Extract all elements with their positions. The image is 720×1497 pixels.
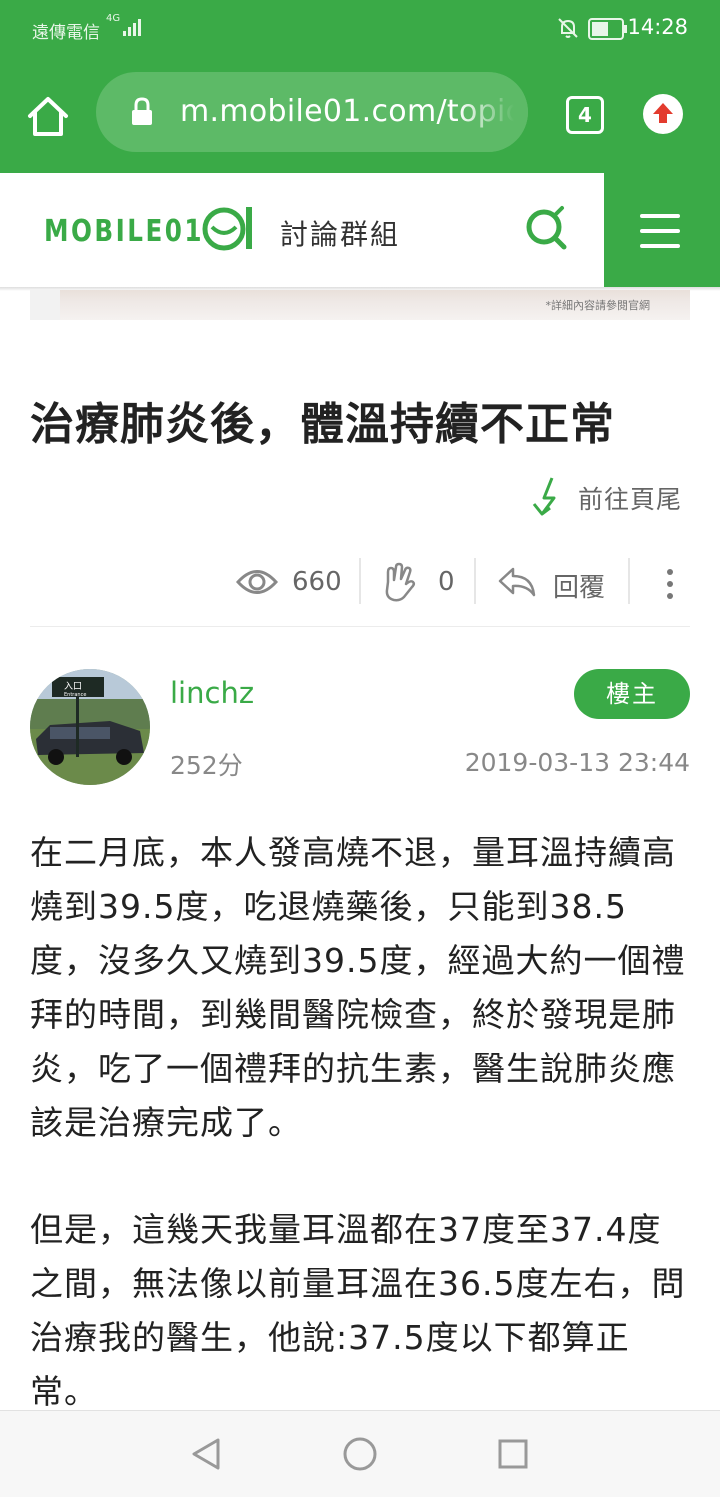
username[interactable]: linchz [170,676,254,710]
browser-toolbar: m.mobile01.com/topic 4 [0,56,720,173]
ad-note: *詳細內容請參閱官網 [545,299,651,312]
more-icon[interactable] [662,567,678,603]
tabs-icon[interactable]: 4 [566,96,604,134]
user-score: 252分 [170,751,243,780]
like-button[interactable]: 0 [380,555,460,615]
reply-icon [498,567,536,597]
action-separator [359,558,361,604]
url-fade [458,72,528,152]
views-count: 660 [292,567,342,597]
action-separator [628,558,630,604]
post-actions: 660 0 回覆 [0,555,720,615]
signal-icon [123,19,141,36]
post-paragraph: 在二月底，本人發高燒不退，量耳溫持續高燒到39.5度，吃退燒藥後，只能到38.5… [30,833,686,1142]
mobile01-logo[interactable]: MOBILE01 [44,203,256,253]
action-separator [474,558,476,604]
status-bar: 遠傳電信 4G 14:28 [0,0,720,56]
back-icon[interactable] [190,1437,222,1471]
clock: 14:28 [627,15,688,39]
clap-icon [385,562,416,602]
post-paragraph: 但是，這幾天我量耳溫都在37度至37.4度之間，無法像以前量耳溫在36.5度左右… [30,1210,686,1411]
avatar[interactable]: 入口 Entrance [30,669,150,785]
avatar-sign-subtext: Entrance [64,692,86,698]
lock-icon [132,97,152,125]
divider [30,626,690,627]
arrow-down-icon [532,477,556,516]
bell-muted-icon [558,18,578,38]
search-icon[interactable] [520,203,570,253]
home-circle-icon[interactable] [342,1436,378,1472]
views-counter: 660 [236,555,348,615]
menu-icon[interactable] [604,173,720,287]
reply-button[interactable]: 回覆 [497,555,609,615]
forum-title: 討論群組 [280,218,401,251]
avatar-image: 入口 Entrance [30,669,150,785]
network-type: 4G [106,13,121,24]
avatar-sign-text: 入口 [64,681,82,692]
owner-badge: 樓主 [574,669,690,719]
update-icon[interactable] [643,94,683,134]
logo-text: MOBILE01 [44,214,204,249]
like-count: 0 [438,567,455,597]
recents-icon[interactable] [497,1438,529,1470]
topic-title: 治療肺炎後，體溫持續不正常 [30,399,615,450]
ad-banner[interactable]: *詳細內容請參閱官網 [30,290,690,320]
address-bar[interactable]: m.mobile01.com/topic [96,72,528,152]
goto-footer-label: 前往頁尾 [578,485,683,514]
eye-icon [236,570,278,594]
home-icon[interactable] [24,92,72,140]
system-nav-bar [0,1410,720,1497]
site-header: MOBILE01 討論群組 [0,173,720,287]
reply-label: 回覆 [553,573,606,603]
battery-icon [588,18,627,40]
post-date: 2019-03-13 23:44 [464,748,690,777]
carrier-name: 遠傳電信 [32,23,100,43]
